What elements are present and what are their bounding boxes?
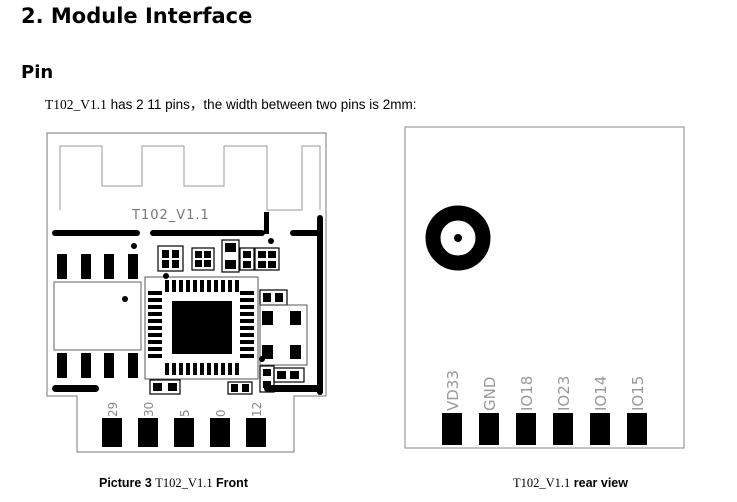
crystal-dot — [122, 296, 128, 302]
component-pad — [153, 383, 162, 391]
component-pad — [195, 260, 202, 267]
component-pad — [172, 260, 179, 268]
rear-edge-pad — [627, 413, 647, 445]
rear-caption: T102_V1.1 rear view — [513, 476, 628, 491]
front-caption-suffix: Front — [212, 476, 248, 490]
intro-text: has 2 11 pins，the width between two pins… — [106, 97, 417, 112]
component-pad — [243, 261, 251, 268]
component-pad — [162, 260, 169, 268]
front-edge-pad — [210, 418, 230, 447]
component-pad — [262, 311, 273, 325]
component-pad — [225, 243, 236, 252]
component-pad — [277, 371, 286, 379]
component-pad — [225, 260, 236, 269]
section-heading: 2. Module Interface — [21, 4, 252, 28]
rear-pin-label: IO15 — [629, 376, 647, 411]
ground-bar-corner — [290, 230, 320, 236]
front-pin-label: 29 — [106, 402, 120, 417]
rear-pin-label: IO14 — [592, 376, 610, 411]
rear-edge-pad — [479, 413, 499, 445]
pad — [128, 353, 138, 378]
front-edge-pad — [138, 418, 158, 447]
ground-bar-vertical-left — [264, 212, 269, 234]
ground-bar-top-right — [150, 230, 265, 236]
chip-pin1-dot — [163, 273, 169, 279]
front-pin-labels: 29 30 5 0 12 — [106, 402, 264, 417]
rear-caption-suffix: rear view — [570, 476, 628, 490]
front-pin-label: 30 — [142, 402, 156, 417]
component-pad — [168, 383, 177, 391]
pad — [104, 353, 114, 378]
main-chip-die — [172, 301, 232, 354]
rear-ring-center — [454, 234, 462, 242]
front-view-diagram: T102_V1.1 29 30 5 0 12 — [46, 132, 327, 453]
marker-dot — [268, 238, 274, 244]
component-pad — [242, 384, 249, 392]
section-number: 2. — [21, 4, 44, 28]
front-board-outline — [46, 132, 327, 453]
front-edge-pad — [246, 418, 266, 447]
component-pad — [263, 381, 271, 388]
pad — [81, 353, 91, 378]
ground-bar-bottom — [52, 385, 99, 392]
component-pad — [268, 261, 276, 268]
component-pad — [275, 293, 283, 302]
rear-pin-label: IO18 — [518, 376, 536, 411]
pad — [57, 254, 67, 279]
component-pad — [172, 250, 179, 258]
crystal — [53, 281, 142, 351]
pad — [104, 254, 114, 279]
component-pad — [290, 345, 301, 359]
component-pad — [195, 251, 202, 258]
front-pin-label: 0 — [214, 409, 228, 417]
front-pin-label: 12 — [250, 402, 264, 417]
front-pin-label: 5 — [178, 409, 192, 417]
front-edge-pad — [102, 418, 122, 447]
pad — [57, 353, 67, 378]
component-pad — [162, 250, 169, 258]
component-pad — [290, 371, 299, 379]
component-pad — [290, 311, 301, 325]
rear-edge-pad — [516, 413, 536, 445]
component-pad — [204, 251, 211, 258]
front-silk-label: T102_V1.1 — [131, 208, 210, 223]
component-pad — [263, 293, 271, 302]
pad — [81, 254, 91, 279]
rear-pin-labels: VD33 GND IO18 IO23 IO14 IO15 — [444, 370, 647, 411]
front-caption: Picture 3 T102_V1.1 Front — [99, 476, 248, 491]
component-pad — [258, 251, 266, 258]
rear-edge-pad — [590, 413, 610, 445]
marker-dot — [259, 356, 265, 362]
pad — [128, 254, 138, 279]
component — [157, 245, 184, 272]
front-caption-prefix: Picture 3 — [99, 476, 156, 490]
rear-pin-label: GND — [481, 377, 499, 411]
rear-view-diagram: VD33 GND IO18 IO23 IO14 IO15 — [404, 126, 685, 449]
rear-pin-label: VD33 — [444, 370, 462, 411]
front-edge-pad — [174, 418, 194, 447]
ground-bar-top — [52, 230, 140, 236]
rear-caption-model: T102_V1.1 — [513, 476, 571, 490]
rear-edge-pad — [442, 413, 462, 445]
intro-paragraph: T102_V1.1 has 2 11 pins，the width betwee… — [45, 93, 417, 113]
rear-edge-pad — [553, 413, 573, 445]
section-title: Module Interface — [50, 4, 253, 28]
front-caption-model: T102_V1.1 — [155, 476, 213, 490]
ground-bar-bottom-right — [264, 385, 322, 392]
subsection-heading: Pin — [21, 62, 54, 83]
component-pad — [243, 251, 251, 258]
component-pad — [231, 384, 238, 392]
component-pad — [258, 261, 266, 268]
ground-bar-vertical-right — [317, 215, 323, 395]
rear-pin-label: IO23 — [555, 376, 573, 411]
component-pad — [263, 369, 271, 376]
marker-dot — [131, 243, 137, 249]
antenna-trace — [59, 145, 321, 211]
intro-model: T102_V1.1 — [45, 97, 107, 112]
component-pad — [204, 260, 211, 267]
component-pad — [268, 251, 276, 258]
